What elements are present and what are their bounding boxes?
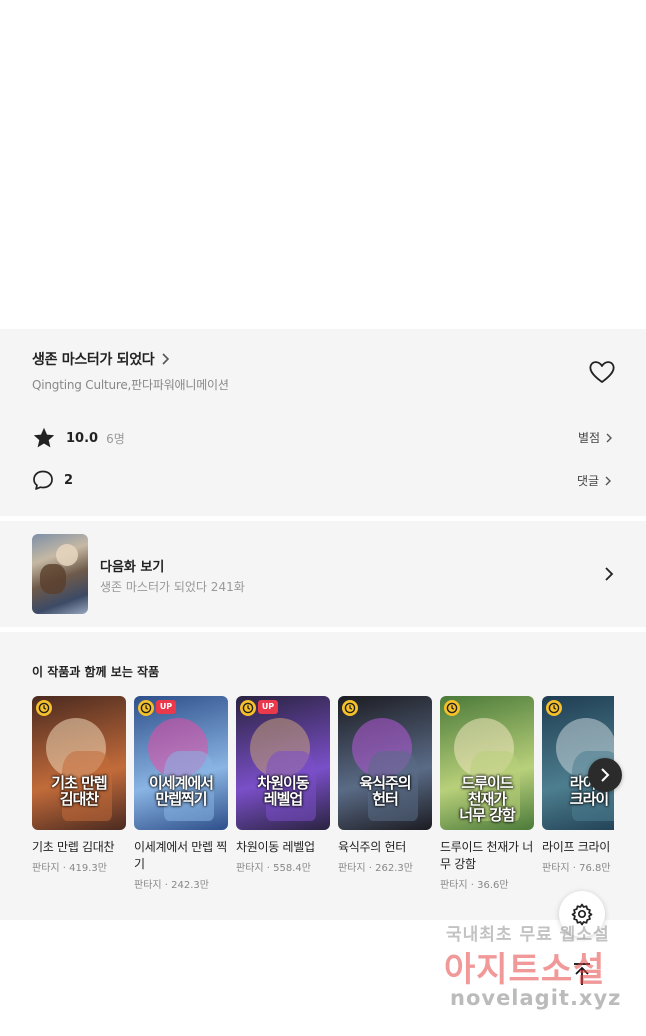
recommendation-cover: 드루이드 천재가 너무 강함	[440, 696, 534, 830]
chevron-right-icon	[605, 476, 612, 485]
work-title: 생존 마스터가 되었다	[32, 352, 155, 368]
recommendation-title: 드루이드 천재가 너무 강함	[440, 840, 533, 871]
star-icon	[33, 427, 55, 448]
cover-logo-text: 드루이드 천재가 너무 강함	[459, 774, 515, 824]
heart-icon[interactable]	[587, 358, 617, 386]
chevron-right-icon	[605, 567, 614, 581]
recommendation-card[interactable]: 육식주의 헌터 육식주의 헌터 판타지 · 262.3만	[338, 696, 432, 874]
clock-icon	[138, 700, 154, 716]
comment-link[interactable]: 댓글	[577, 472, 613, 489]
clock-icon	[36, 700, 52, 716]
recommendation-card[interactable]: 이세계에서 만렙찍기 UP 이세계에서 만렙 찍기판타지 · 242.3만	[134, 696, 228, 891]
recommendation-meta: 판타지 · 262.3만	[338, 863, 413, 874]
cover-logo-text: 육식주의 헌터	[359, 774, 411, 808]
recommendation-title: 육식주의 헌터	[338, 840, 406, 854]
carousel-next-button[interactable]	[588, 758, 622, 792]
work-authors: Qingting Culture,판다파워애니메이션	[32, 378, 229, 392]
gear-icon	[571, 903, 593, 926]
clock-icon	[444, 700, 460, 716]
recommendation-cover: 기초 만렙 김대찬	[32, 696, 126, 830]
recommendation-title: 차원이동 레벨업	[236, 840, 315, 854]
recommendation-cover: 육식주의 헌터	[338, 696, 432, 830]
rating-link[interactable]: 별점	[578, 429, 614, 446]
scroll-top-button[interactable]	[566, 958, 598, 990]
rating-link-label: 별점	[578, 431, 601, 445]
next-episode-thumbnail	[32, 534, 88, 614]
next-episode-button[interactable]	[0, 521, 646, 627]
recommendation-meta: 판타지 · 36.6만	[440, 880, 509, 891]
next-episode-subtitle: 생존 마스터가 되었다 241화	[100, 580, 245, 594]
recommendation-card[interactable]: 차원이동 레벨업 UP 차원이동 레벨업판타지 · 558.4만	[236, 696, 330, 874]
comment-link-label: 댓글	[577, 474, 600, 488]
next-episode-label: 다음화 보기	[100, 560, 165, 575]
content-blank-area	[0, 0, 646, 329]
clock-icon	[546, 700, 562, 716]
rating-row: 10.0 6명	[32, 426, 125, 450]
comment-bubble-icon	[33, 470, 53, 490]
clock-icon	[342, 700, 358, 716]
cover-logo-text: 차원이동 레벨업	[257, 774, 309, 808]
watermark: 국내최초 무료 웹소설 아지트소설 novelagit.xyz	[440, 918, 640, 1018]
rating-value: 10.0	[66, 430, 99, 446]
comment-count: 2	[64, 472, 74, 488]
recommendation-meta: 판타지 · 419.3만	[32, 863, 107, 874]
settings-button[interactable]	[559, 891, 605, 937]
work-title-link[interactable]: 생존 마스터가 되었다	[32, 349, 172, 369]
recommendation-card[interactable]: 드루이드 천재가 너무 강함 드루이드 천재가 너무 강함 판타지 · 36.6만	[440, 696, 534, 891]
recommendation-meta: 판타지 · 558.4만	[236, 863, 311, 874]
recommendation-title: 라이프 크라이	[542, 840, 610, 854]
rating-count: 6명	[106, 431, 125, 446]
up-badge: UP	[258, 700, 278, 714]
chevron-right-icon	[606, 433, 613, 442]
recommendations-heading: 이 작품과 함께 보는 작품	[32, 665, 160, 679]
up-badge: UP	[156, 700, 176, 714]
recommendation-card[interactable]: 기초 만렙 김대찬 기초 만렙 김대찬 판타지 · 419.3만	[32, 696, 126, 874]
chevron-right-icon	[601, 768, 610, 782]
recommendation-meta: 판타지 · 76.8만	[542, 863, 611, 874]
comment-row: 2	[32, 469, 73, 491]
arrow-up-icon	[574, 963, 590, 985]
cover-logo-text: 기초 만렙 김대찬	[51, 774, 107, 808]
chevron-right-icon	[162, 353, 170, 365]
recommendation-title: 이세계에서 만렙 찍기	[134, 840, 227, 871]
cover-logo-text: 이세계에서 만렙찍기	[148, 774, 214, 808]
recommendation-title: 기초 만렙 김대찬	[32, 840, 115, 854]
recommendation-meta: 판타지 · 242.3만	[134, 880, 209, 891]
clock-icon	[240, 700, 256, 716]
recommendation-cover: 이세계에서 만렙찍기 UP	[134, 696, 228, 830]
recommendation-cover: 차원이동 레벨업 UP	[236, 696, 330, 830]
